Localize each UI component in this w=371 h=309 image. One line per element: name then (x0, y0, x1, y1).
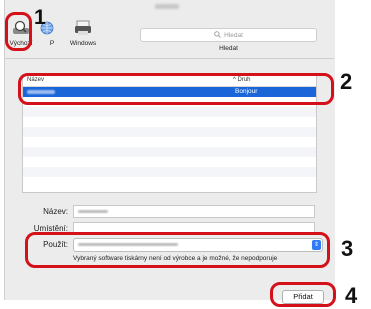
name-label: Název: (43, 207, 68, 216)
list-item (23, 147, 316, 157)
callout-box-2 (18, 73, 334, 105)
callout-box-1 (5, 12, 32, 51)
list-item (23, 107, 316, 117)
toolbar-windows-label: Windows (69, 40, 97, 47)
callout-number-2: 2 (340, 69, 353, 94)
search-icon (214, 30, 221, 40)
callout-number-3: 3 (341, 236, 354, 261)
search-placeholder: Hledat (224, 31, 243, 39)
callout-number-1: 1 (34, 6, 46, 29)
list-item (23, 177, 316, 187)
callout-box-4 (270, 282, 336, 307)
list-item (23, 137, 316, 147)
callout-box-3 (25, 232, 330, 268)
toolbar-divider (4, 58, 334, 59)
toolbar-windows-button[interactable]: Windows (65, 20, 101, 47)
list-item (23, 117, 316, 127)
toolbar-ip-label: P (49, 40, 55, 47)
search-caption: Hledat (219, 45, 238, 52)
search-field[interactable]: Hledat (140, 28, 317, 42)
name-value-blurred (78, 210, 108, 213)
list-item (23, 167, 316, 177)
callout-number-4: 4 (345, 283, 358, 308)
windows-printer-icon (65, 20, 101, 38)
name-field[interactable] (73, 205, 315, 218)
window-title (155, 4, 179, 9)
list-item (23, 157, 316, 167)
list-item (23, 127, 316, 137)
